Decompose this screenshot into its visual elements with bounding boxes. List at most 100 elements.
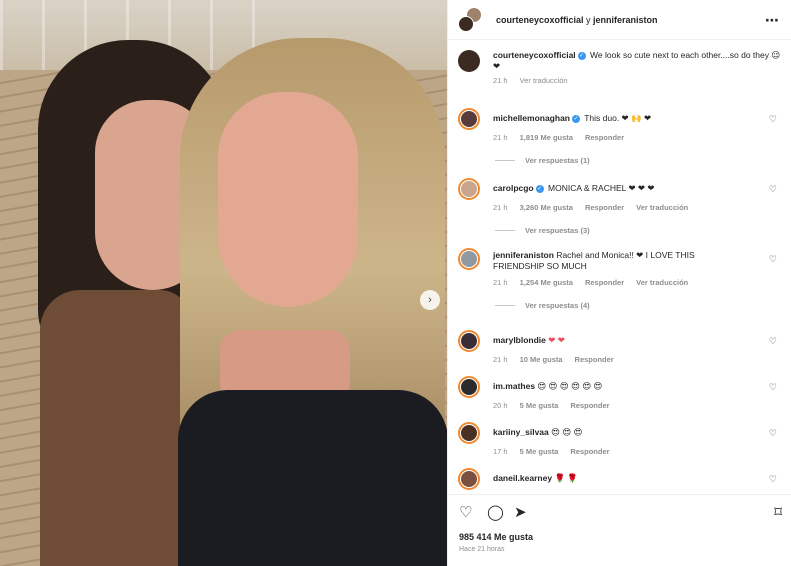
- comment-text: 🌹 🌹: [554, 473, 578, 483]
- comment-meta: 21 h 10 Me gusta Responder: [493, 355, 783, 364]
- avatar[interactable]: [458, 108, 480, 130]
- like-comment-heart-icon[interactable]: ♡: [769, 254, 777, 265]
- view-replies[interactable]: Ver respuestas (1): [495, 156, 783, 165]
- comment-username[interactable]: kariiny_silvaa: [493, 427, 549, 437]
- comment-meta: 21 h 3,260 Me gusta Responder Ver traduc…: [493, 203, 783, 212]
- reply-link[interactable]: Responder: [585, 203, 624, 212]
- comment-username[interactable]: marylblondie: [493, 335, 546, 345]
- replies-divider: [495, 305, 515, 306]
- view-replies-label: Ver respuestas (3): [525, 226, 590, 235]
- reply-link[interactable]: Responder: [570, 447, 609, 456]
- like-comment-heart-icon[interactable]: ♡: [769, 114, 777, 125]
- translate-link[interactable]: Ver traducción: [636, 278, 688, 287]
- post-side-panel: courteneycoxofficial y jenniferaniston ⋯…: [447, 0, 791, 566]
- photo-person-right-face: [218, 92, 358, 307]
- like-comment-heart-icon[interactable]: ♡: [769, 474, 777, 485]
- post-authors: courteneycoxofficial y jenniferaniston: [496, 15, 658, 25]
- comment-text: 😍 😍 😍 😍 😍 😍: [537, 381, 603, 391]
- verified-icon: ✓: [577, 51, 586, 60]
- comment-likes[interactable]: 3,260 Me gusta: [520, 203, 573, 212]
- verified-icon: ✓: [572, 114, 580, 123]
- caption-username[interactable]: courteneycoxofficial: [493, 50, 576, 60]
- avatar[interactable]: [458, 178, 480, 200]
- collab-avatars[interactable]: [458, 6, 484, 33]
- comment: carolpcgo ✓ MONICA & RACHEL ❤ ❤ ❤ ♡ 21 h …: [458, 178, 783, 235]
- photo-person-right-top: [178, 390, 447, 566]
- comment-text-block: daneil.kearney 🌹 🌹: [493, 473, 578, 490]
- chevron-right-icon: ›: [428, 294, 432, 306]
- comment-text: This duo. ❤ 🙌 ❤: [584, 113, 652, 123]
- avatar[interactable]: [458, 422, 480, 444]
- comment-likes[interactable]: 1,254 Me gusta: [520, 278, 573, 287]
- post-viewer: › courteneycoxofficial y jenniferaniston…: [0, 0, 791, 566]
- verified-icon: ✓: [535, 184, 544, 193]
- author-link[interactable]: courteneycoxofficial: [496, 15, 584, 25]
- comment-meta: 21 h 1,819 Me gusta Responder: [493, 133, 783, 142]
- comment: kariiny_silvaa 😍 😍 😍 ♡ 17 h 5 Me gusta R…: [458, 422, 783, 456]
- post-timestamp: Hace 21 horas: [459, 546, 505, 553]
- comment-time: 21 h: [493, 278, 508, 287]
- comment-username[interactable]: daneil.kearney: [493, 473, 552, 483]
- avatar[interactable]: [458, 50, 480, 72]
- post-photo: ›: [0, 0, 447, 566]
- view-replies[interactable]: Ver respuestas (3): [495, 226, 783, 235]
- comment-username[interactable]: jenniferaniston: [493, 250, 554, 260]
- avatar: [458, 15, 474, 32]
- comment-likes[interactable]: 5 Me gusta: [520, 447, 559, 456]
- caption-time: 21 h: [493, 76, 508, 85]
- comment-username[interactable]: im.mathes: [493, 381, 535, 391]
- avatar[interactable]: [458, 248, 480, 270]
- caption-text-block: courteneycoxofficial ✓ We look so cute ne…: [493, 50, 783, 72]
- comment-meta: 17 h 5 Me gusta Responder: [493, 447, 783, 456]
- comment: jenniferaniston Rachel and Monica!! ❤ I …: [458, 248, 783, 310]
- reply-link[interactable]: Responder: [585, 133, 624, 142]
- translate-link[interactable]: Ver traducción: [636, 203, 688, 212]
- reply-link[interactable]: Responder: [575, 355, 614, 364]
- comment-bubble-icon[interactable]: ◯: [487, 503, 504, 521]
- avatar[interactable]: [458, 330, 480, 352]
- comment-text: 😍 😍 😍: [551, 427, 583, 437]
- reply-link[interactable]: Responder: [570, 401, 609, 410]
- post-header: courteneycoxofficial y jenniferaniston ⋯: [448, 0, 791, 40]
- comment-likes[interactable]: 5 Me gusta: [520, 401, 559, 410]
- next-photo-button[interactable]: ›: [420, 290, 440, 310]
- replies-divider: [495, 160, 515, 161]
- like-comment-heart-icon[interactable]: ♡: [769, 336, 777, 347]
- author-separator: y: [583, 14, 594, 25]
- comment-meta: 20 h 5 Me gusta Responder: [493, 401, 783, 410]
- translate-link[interactable]: Ver traducción: [520, 76, 568, 85]
- comment-likes[interactable]: 10 Me gusta: [520, 355, 563, 364]
- caption-meta: 21 h Ver traducción: [493, 76, 783, 85]
- like-heart-icon[interactable]: ♡: [459, 503, 472, 521]
- comment-time: 21 h: [493, 133, 508, 142]
- like-comment-heart-icon[interactable]: ♡: [769, 382, 777, 393]
- reply-link[interactable]: Responder: [585, 278, 624, 287]
- post-like-count[interactable]: 985 414 Me gusta: [459, 532, 533, 542]
- like-comment-heart-icon[interactable]: ♡: [769, 428, 777, 439]
- author-link[interactable]: jenniferaniston: [593, 15, 658, 25]
- comment-time: 17 h: [493, 447, 508, 456]
- more-options-icon[interactable]: ⋯: [765, 12, 780, 29]
- avatar[interactable]: [458, 376, 480, 398]
- comment-text-block: kariiny_silvaa 😍 😍 😍: [493, 427, 582, 444]
- view-replies-label: Ver respuestas (4): [525, 301, 590, 310]
- avatar[interactable]: [458, 468, 480, 490]
- comment-meta: 21 h 1,254 Me gusta Responder Ver traduc…: [493, 278, 783, 287]
- like-comment-heart-icon[interactable]: ♡: [769, 184, 777, 195]
- comment-time: 21 h: [493, 355, 508, 364]
- view-replies[interactable]: Ver respuestas (4): [495, 301, 783, 310]
- share-send-icon[interactable]: ➤: [514, 503, 527, 521]
- comment: michellemonaghan ✓ This duo. ❤ 🙌 ❤ ♡ 21 h…: [458, 108, 783, 165]
- comment: marylblondie ❤ ❤ ♡ 21 h 10 Me gusta Resp…: [458, 330, 783, 364]
- view-replies-label: Ver respuestas (1): [525, 156, 590, 165]
- comment-username[interactable]: carolpcgo: [493, 183, 534, 193]
- save-bookmark-icon[interactable]: ⌑: [774, 503, 782, 521]
- replies-divider: [495, 230, 515, 231]
- comment-text: MONICA & RACHEL ❤ ❤ ❤: [548, 183, 655, 193]
- photo-person-left-shirt: [40, 290, 190, 566]
- post-actions: ♡ ◯ ➤ ⌑ 985 414 Me gusta Hace 21 horas: [448, 494, 791, 566]
- comment-text-block: michellemonaghan ✓ This duo. ❤ 🙌 ❤: [493, 113, 651, 130]
- comment-username[interactable]: michellemonaghan: [493, 113, 570, 123]
- comment-likes[interactable]: 1,819 Me gusta: [520, 133, 573, 142]
- comment-time: 20 h: [493, 401, 508, 410]
